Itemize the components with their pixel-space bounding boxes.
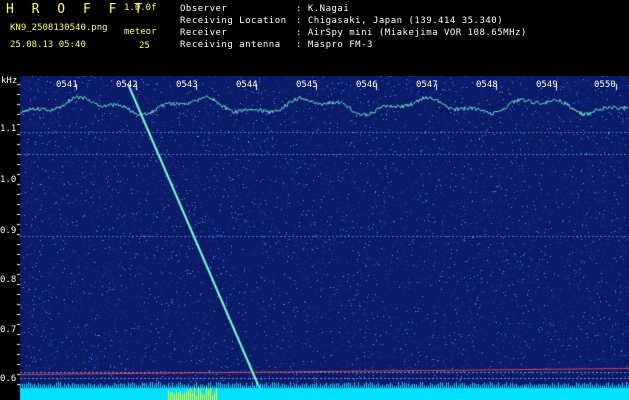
- file-name: KN9_2508130540.png: [10, 23, 108, 33]
- observer-label: Observer: [180, 4, 228, 14]
- x-tick-label: 0546: [356, 80, 378, 90]
- x-tick-label: 0542: [116, 80, 138, 90]
- location-label: Receiving Location: [180, 16, 287, 26]
- x-tick-label: 0545: [296, 80, 318, 90]
- app-version: 1.0.0f: [124, 3, 157, 13]
- y-tick-label: 1.0: [0, 175, 17, 185]
- spectrogram-canvas: [0, 76, 629, 400]
- meteor-count: 25: [139, 41, 150, 51]
- meteor-label: meteor: [124, 27, 157, 37]
- y-tick-label: 0.9: [0, 226, 17, 236]
- receiver-label: Receiver: [180, 28, 228, 38]
- observation-datetime: 25.08.13 05:40: [10, 40, 86, 50]
- location-value: : Chigasaki, Japan (139.414 35.340): [296, 16, 504, 26]
- x-tick-label: 0547: [416, 80, 438, 90]
- x-tick-label: 0548: [476, 80, 498, 90]
- x-tick-label: 0541: [56, 80, 78, 90]
- receiver-value: : AirSpy mini (Miakejima VOR 108.65MHz): [296, 28, 527, 38]
- antenna-value: : Maspro FM-3: [296, 40, 373, 50]
- x-tick-label: 0544: [236, 80, 258, 90]
- x-tick-label: 0550: [594, 80, 616, 90]
- header-panel: H R O F F T 1.0.0f KN9_2508130540.png 25…: [0, 0, 629, 76]
- observer-value: : K.Nagai: [296, 4, 350, 14]
- y-tick-label: 0.7: [0, 325, 17, 335]
- antenna-label: Receiving antenna: [180, 40, 281, 50]
- x-tick-label: 0543: [176, 80, 198, 90]
- x-tick-label: 0549: [536, 80, 558, 90]
- y-tick-label: 0.8: [0, 275, 17, 285]
- y-tick-label: 1.1: [0, 124, 17, 134]
- y-axis-unit: kHz: [1, 76, 18, 86]
- y-tick-label: 0.6: [0, 374, 17, 384]
